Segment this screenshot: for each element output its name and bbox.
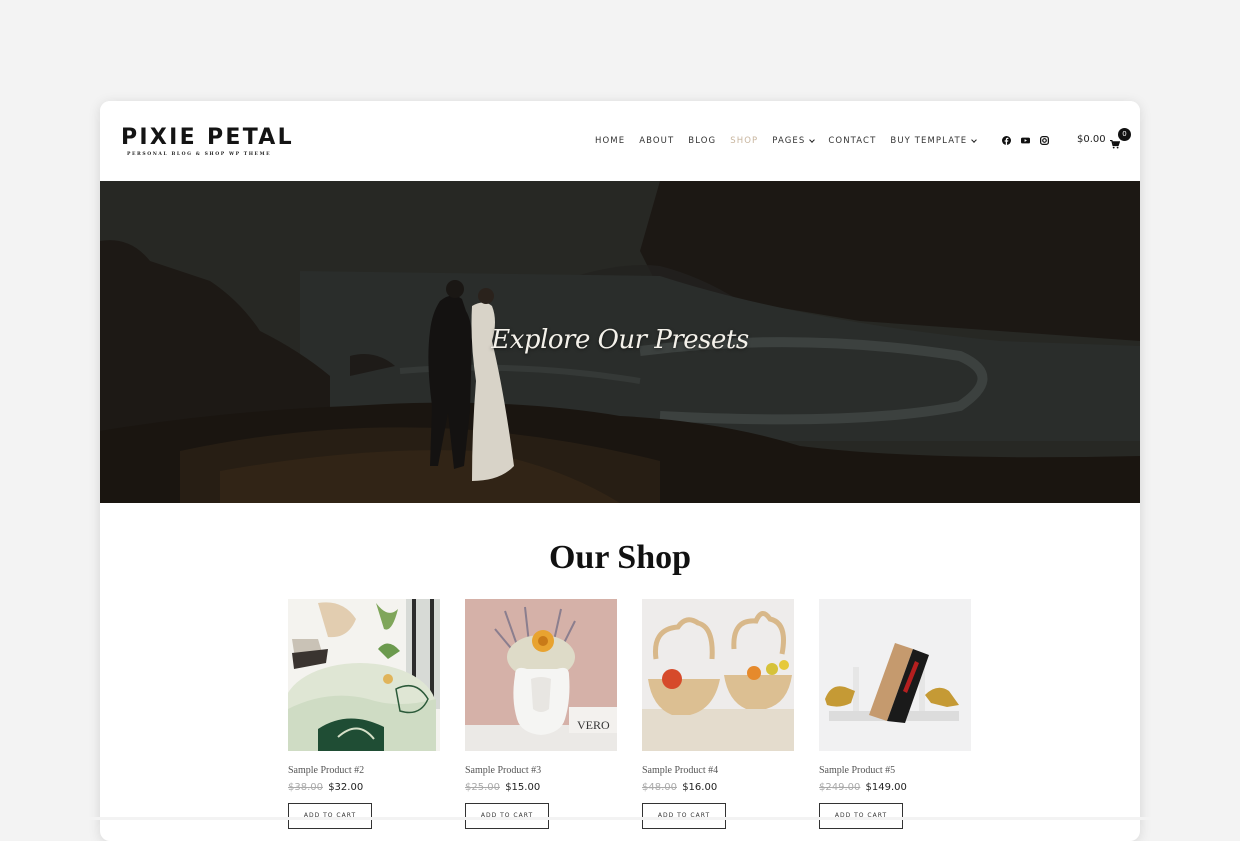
nav-home-label: HOME: [595, 136, 626, 146]
chevron-down-icon: [971, 136, 978, 143]
product-sale-price: $15.00: [505, 782, 541, 793]
logo-subtitle: PERSONAL BLOG & SHOP WP THEME: [127, 152, 272, 157]
product-image[interactable]: [288, 599, 440, 751]
product-name[interactable]: Sample Product #2: [288, 765, 440, 776]
hero-banner: Explore Our Presets: [100, 181, 1140, 503]
vase-image-label: VERO: [577, 718, 610, 732]
product-image[interactable]: [642, 599, 794, 751]
chevron-down-icon: [809, 136, 816, 143]
logo-title: PIXIE PETAL: [121, 125, 294, 150]
social-links: [1002, 136, 1049, 145]
cart-total[interactable]: $0.00: [1077, 134, 1106, 145]
product-image[interactable]: [819, 599, 971, 751]
product-price: $25.00 $15.00: [465, 782, 617, 793]
nav-blog-label: BLOG: [688, 136, 717, 146]
product-sale-price: $16.00: [682, 782, 718, 793]
shop-heading: Our Shop: [548, 539, 692, 576]
product-old-price: $25.00: [465, 782, 500, 793]
nav-buy-template[interactable]: BUY TEMPLATE: [890, 136, 978, 146]
product-name[interactable]: Sample Product #4: [642, 765, 794, 776]
nav-contact[interactable]: CONTACT: [828, 136, 876, 146]
nav-pages[interactable]: PAGES: [772, 136, 816, 146]
cart-count-badge: 0: [1118, 128, 1131, 141]
product-card: Sample Product #4 $48.00 $16.00 ADD TO C…: [642, 599, 794, 829]
product-card: VERO Sample Product #3 $25.00 $15.00 ADD…: [465, 599, 617, 829]
product-sale-price: $32.00: [328, 782, 364, 793]
product-sale-price: $149.00: [865, 782, 907, 793]
product-price: $249.00 $149.00: [819, 782, 971, 793]
browser-frame: PIXIE PETAL PERSONAL BLOG & SHOP WP THEM…: [100, 101, 1140, 841]
instagram-icon[interactable]: [1040, 136, 1049, 145]
product-name[interactable]: Sample Product #5: [819, 765, 971, 776]
bookends-image: [819, 599, 971, 751]
product-card: Sample Product #5 $249.00 $149.00 ADD TO…: [819, 599, 971, 829]
add-to-cart-button[interactable]: ADD TO CART: [288, 803, 372, 829]
rug-image: [288, 599, 440, 751]
nav-shop[interactable]: SHOP: [730, 136, 758, 146]
nav-about-label: ABOUT: [639, 136, 675, 146]
product-name[interactable]: Sample Product #3: [465, 765, 617, 776]
product-price: $48.00 $16.00: [642, 782, 794, 793]
product-old-price: $249.00: [819, 782, 861, 793]
nav-about[interactable]: ABOUT: [639, 136, 674, 146]
main-nav: HOME ABOUT BLOG SHOP PAGES CONTACT BUY T…: [595, 134, 990, 148]
add-to-cart-button[interactable]: ADD TO CART: [819, 803, 903, 829]
product-old-price: $38.00: [288, 782, 323, 793]
product-image[interactable]: VERO: [465, 599, 617, 751]
add-to-cart-button[interactable]: ADD TO CART: [465, 803, 549, 829]
nav-shop-label: SHOP: [730, 136, 759, 146]
nav-blog[interactable]: BLOG: [688, 136, 716, 146]
nav-pages-label: PAGES: [772, 136, 806, 146]
hero-title: Explore Our Presets: [491, 325, 749, 355]
youtube-icon[interactable]: [1021, 136, 1030, 145]
site-logo[interactable]: PIXIE PETAL PERSONAL BLOG & SHOP WP THEM…: [121, 125, 294, 157]
nav-contact-label: CONTACT: [828, 136, 877, 146]
product-card: Sample Product #2 $38.00 $32.00 ADD TO C…: [288, 599, 440, 829]
add-to-cart-button[interactable]: ADD TO CART: [642, 803, 726, 829]
nav-buy-template-label: BUY TEMPLATE: [890, 136, 968, 146]
product-old-price: $48.00: [642, 782, 677, 793]
product-price: $38.00 $32.00: [288, 782, 440, 793]
nav-home[interactable]: HOME: [595, 136, 625, 146]
facebook-icon[interactable]: [1002, 136, 1011, 145]
site-header: PIXIE PETAL PERSONAL BLOG & SHOP WP THEM…: [100, 101, 1140, 181]
vase-image: VERO: [465, 599, 617, 751]
baskets-image: [642, 599, 794, 751]
cart-icon[interactable]: [1110, 136, 1121, 154]
